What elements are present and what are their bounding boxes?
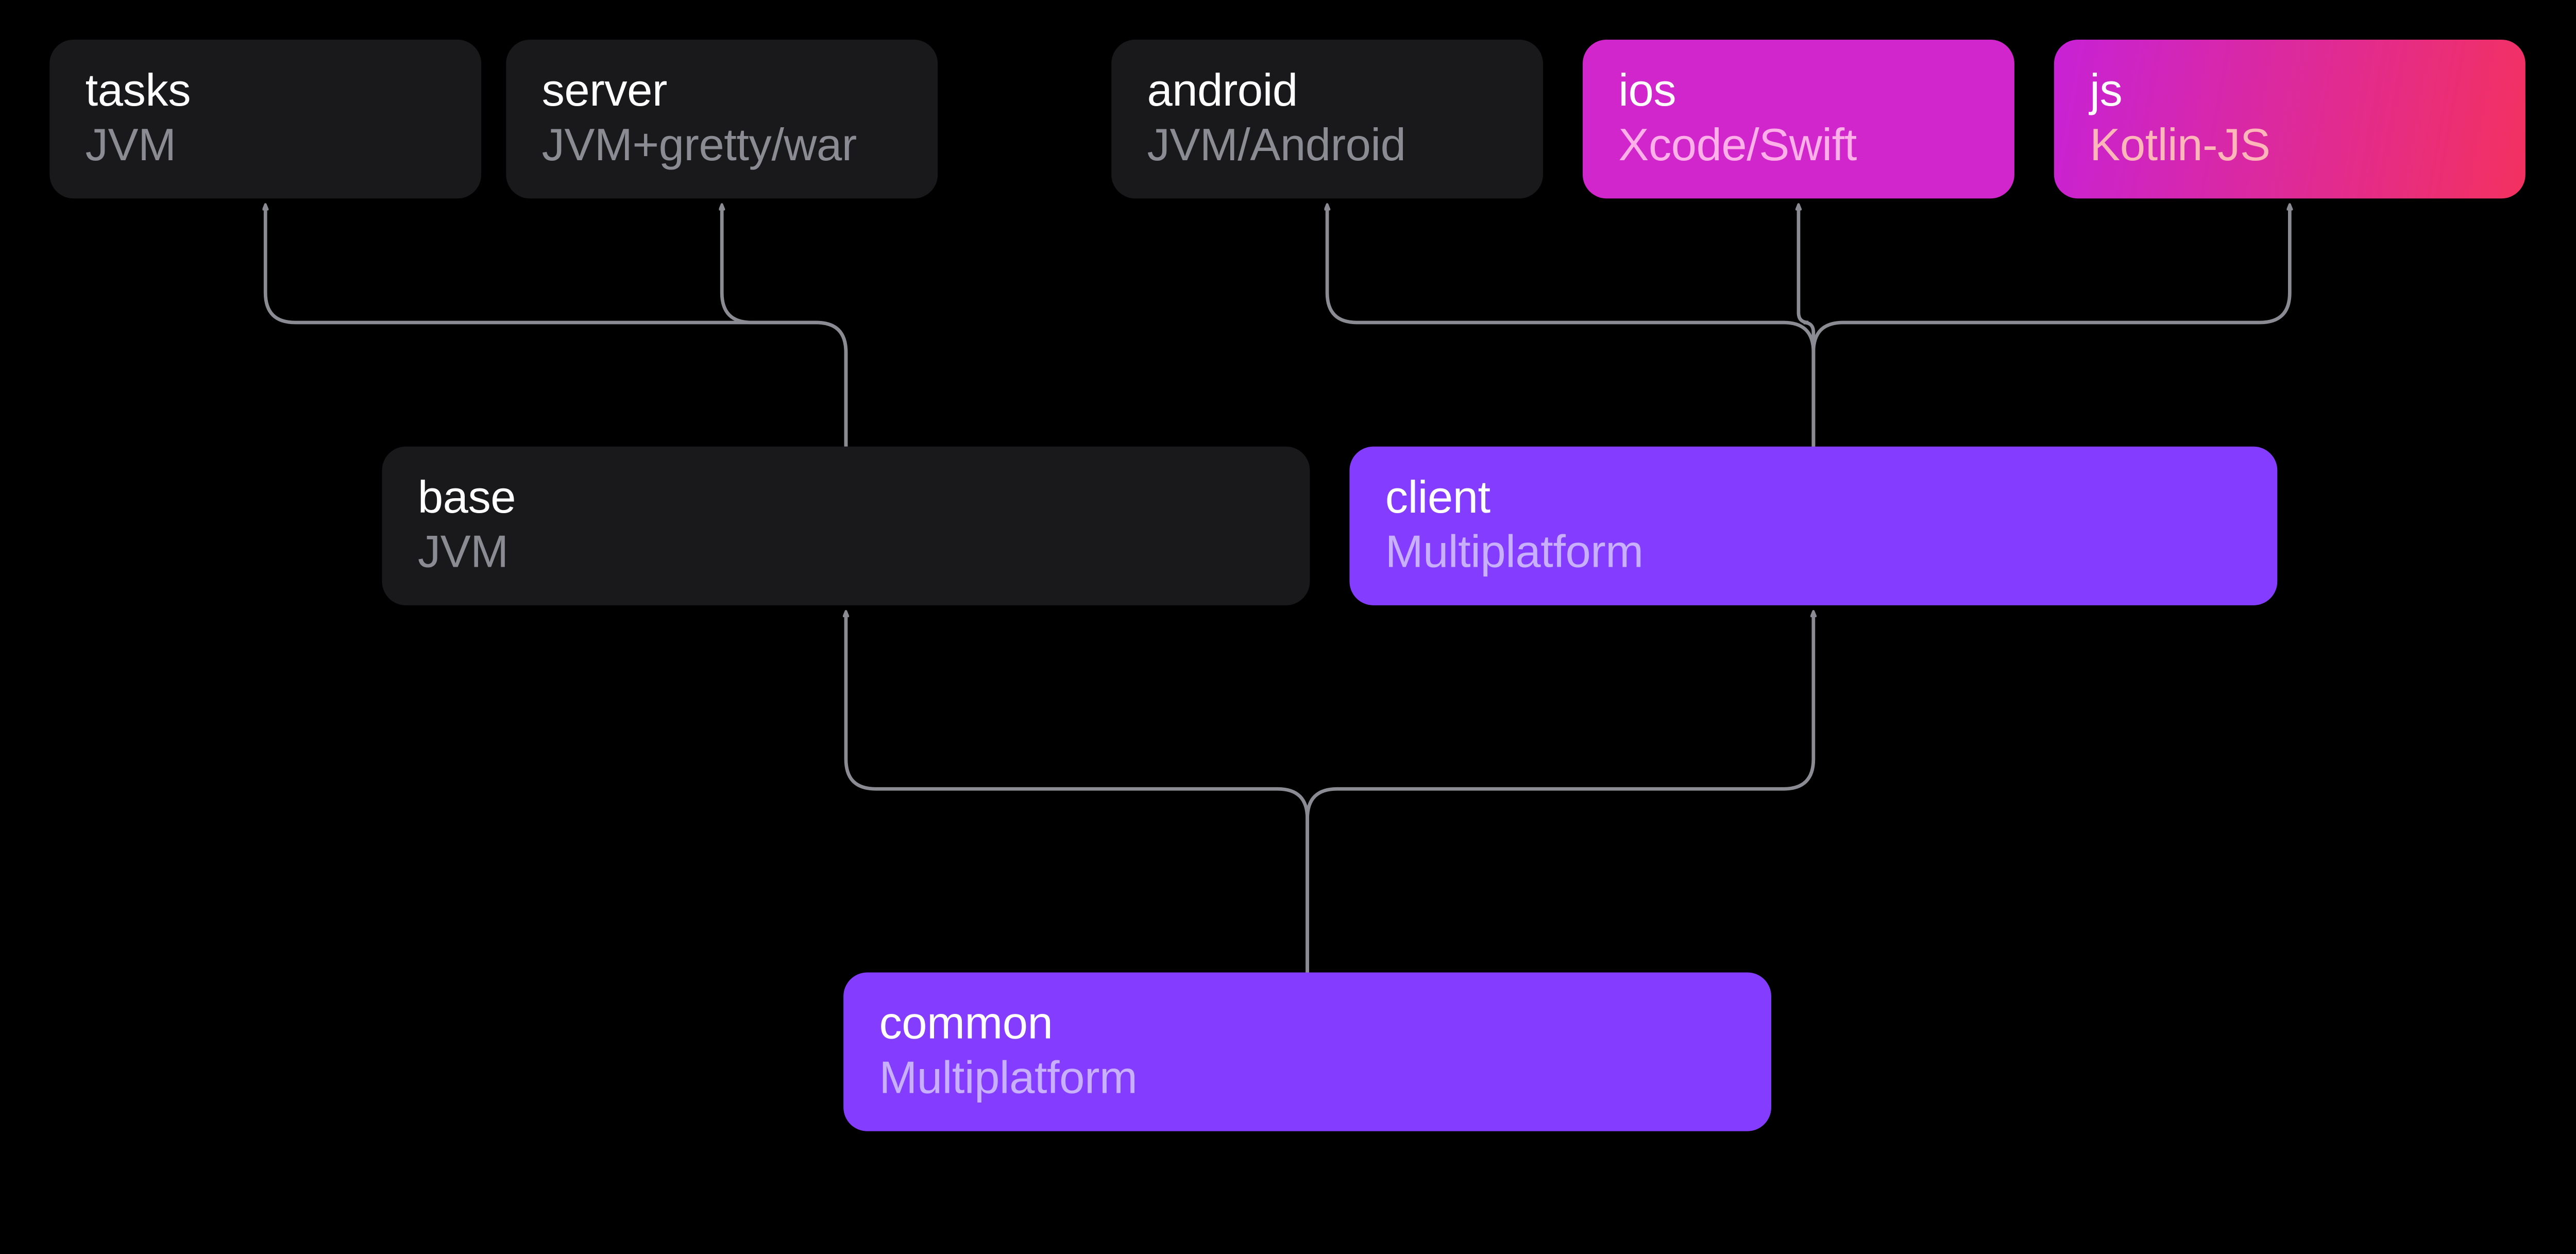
node-subtitle: JVM+gretty/war bbox=[542, 117, 902, 174]
node-android: android JVM/Android bbox=[1111, 40, 1543, 198]
edge-client-to-android bbox=[1327, 206, 1814, 447]
node-title: tasks bbox=[86, 64, 446, 117]
node-title: server bbox=[542, 64, 902, 117]
edge-client-to-js bbox=[1814, 206, 2290, 447]
node-title: js bbox=[2090, 64, 2489, 117]
node-subtitle: JVM bbox=[418, 523, 1274, 581]
node-title: ios bbox=[1618, 64, 1978, 117]
node-base: base JVM bbox=[382, 447, 1310, 605]
node-subtitle: Kotlin-JS bbox=[2090, 117, 2489, 174]
node-js: js Kotlin-JS bbox=[2054, 40, 2526, 198]
node-server: server JVM+gretty/war bbox=[506, 40, 938, 198]
edge-client-to-ios bbox=[1799, 206, 1814, 447]
node-subtitle: Multiplatform bbox=[1385, 523, 2242, 581]
node-client: client Multiplatform bbox=[1349, 447, 2277, 605]
diagram-canvas: tasks JVM server JVM+gretty/war android … bbox=[0, 0, 2576, 1208]
node-common: common Multiplatform bbox=[843, 973, 1771, 1131]
node-title: android bbox=[1147, 64, 1507, 117]
node-subtitle: JVM/Android bbox=[1147, 117, 1507, 174]
node-title: client bbox=[1385, 471, 2242, 523]
edge-common-to-base bbox=[846, 612, 1308, 972]
node-ios: ios Xcode/Swift bbox=[1583, 40, 2014, 198]
node-tasks: tasks JVM bbox=[49, 40, 481, 198]
edge-common-to-client bbox=[1308, 612, 1814, 972]
node-subtitle: JVM bbox=[86, 117, 446, 174]
node-title: common bbox=[879, 997, 1735, 1049]
node-title: base bbox=[418, 471, 1274, 523]
node-subtitle: Multiplatform bbox=[879, 1049, 1735, 1107]
edge-base-to-server bbox=[722, 206, 846, 447]
node-subtitle: Xcode/Swift bbox=[1618, 117, 1978, 174]
edge-base-to-tasks bbox=[265, 206, 846, 447]
